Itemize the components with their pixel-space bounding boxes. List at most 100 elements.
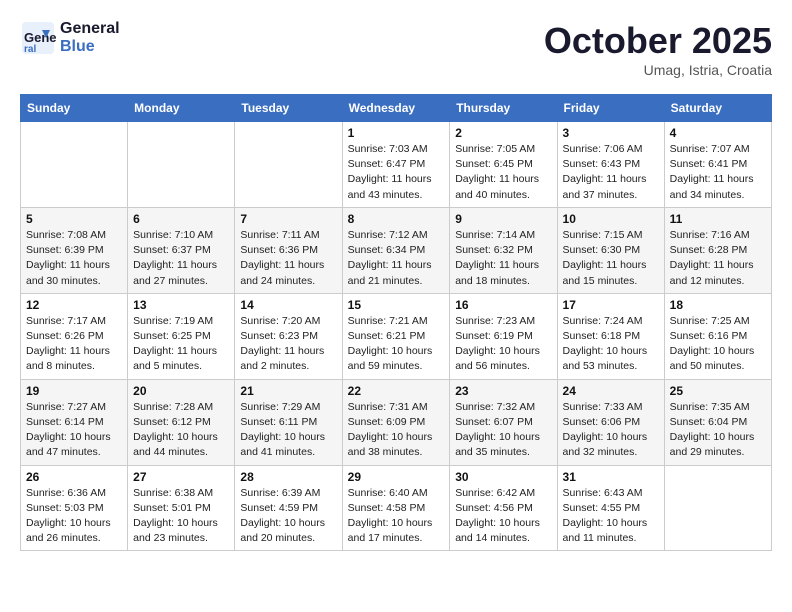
page-header: Gene ral General Blue October 2025 Umag,… <box>20 20 772 78</box>
calendar-table: SundayMondayTuesdayWednesdayThursdayFrid… <box>20 94 772 551</box>
logo-icon: Gene ral <box>20 20 56 56</box>
day-info: Sunrise: 6:42 AM Sunset: 4:56 PM Dayligh… <box>455 486 551 547</box>
calendar-day-cell <box>235 122 342 208</box>
calendar-day-cell: 18 Sunrise: 7:25 AM Sunset: 6:16 PM Dayli… <box>664 293 771 379</box>
calendar-day-cell: 5 Sunrise: 7:08 AM Sunset: 6:39 PM Daylig… <box>21 207 128 293</box>
day-info: Sunrise: 6:38 AM Sunset: 5:01 PM Dayligh… <box>133 486 229 547</box>
day-number: 19 <box>26 384 122 398</box>
calendar-day-cell: 27 Sunrise: 6:38 AM Sunset: 5:01 PM Dayli… <box>128 465 235 551</box>
day-of-week-header: Wednesday <box>342 95 450 122</box>
day-number: 29 <box>348 470 445 484</box>
day-number: 28 <box>240 470 336 484</box>
calendar-day-cell: 9Sunrise: 7:14 AM Sunset: 6:32 PM Daylig… <box>450 207 557 293</box>
day-number: 13 <box>133 298 229 312</box>
location-subtitle: Umag, Istria, Croatia <box>544 62 772 78</box>
calendar-day-cell: 14 Sunrise: 7:20 AM Sunset: 6:23 PM Dayli… <box>235 293 342 379</box>
calendar-day-cell: 26 Sunrise: 6:36 AM Sunset: 5:03 PM Dayli… <box>21 465 128 551</box>
calendar-day-cell: 22Sunrise: 7:31 AM Sunset: 6:09 PM Dayli… <box>342 379 450 465</box>
calendar-week-row: 12Sunrise: 7:17 AM Sunset: 6:26 PM Dayli… <box>21 293 772 379</box>
day-info: Sunrise: 7:05 AM Sunset: 6:45 PM Dayligh… <box>455 142 551 203</box>
day-info: Sunrise: 7:14 AM Sunset: 6:32 PM Dayligh… <box>455 228 551 289</box>
logo-line1: General <box>60 20 120 38</box>
day-info: Sunrise: 7:27 AM Sunset: 6:14 PM Dayligh… <box>26 400 122 461</box>
day-info: Sunrise: 7:28 AM Sunset: 6:12 PM Dayligh… <box>133 400 229 461</box>
day-number: 20 <box>133 384 229 398</box>
day-number: 16 <box>455 298 551 312</box>
day-number: 7 <box>240 212 336 226</box>
day-of-week-header: Saturday <box>664 95 771 122</box>
day-info: Sunrise: 7:08 AM Sunset: 6:39 PM Dayligh… <box>26 228 122 289</box>
day-info: Sunrise: 6:43 AM Sunset: 4:55 PM Dayligh… <box>563 486 659 547</box>
calendar-day-cell <box>128 122 235 208</box>
day-number: 2 <box>455 126 551 140</box>
calendar-day-cell: 8Sunrise: 7:12 AM Sunset: 6:34 PM Daylig… <box>342 207 450 293</box>
month-title: October 2025 <box>544 20 772 62</box>
calendar-week-row: 19 Sunrise: 7:27 AM Sunset: 6:14 PM Dayli… <box>21 379 772 465</box>
calendar-day-cell: 29 Sunrise: 6:40 AM Sunset: 4:58 PM Dayli… <box>342 465 450 551</box>
calendar-day-cell: 1Sunrise: 7:03 AM Sunset: 6:47 PM Daylig… <box>342 122 450 208</box>
day-number: 5 <box>26 212 122 226</box>
calendar-day-cell: 21Sunrise: 7:29 AM Sunset: 6:11 PM Dayli… <box>235 379 342 465</box>
day-number: 17 <box>563 298 659 312</box>
calendar-day-cell: 30 Sunrise: 6:42 AM Sunset: 4:56 PM Dayli… <box>450 465 557 551</box>
day-number: 23 <box>455 384 551 398</box>
day-info: Sunrise: 7:35 AM Sunset: 6:04 PM Dayligh… <box>670 400 766 461</box>
day-of-week-header: Thursday <box>450 95 557 122</box>
day-number: 30 <box>455 470 551 484</box>
calendar-header-row: SundayMondayTuesdayWednesdayThursdayFrid… <box>21 95 772 122</box>
logo-line2: Blue <box>60 38 120 56</box>
title-block: October 2025 Umag, Istria, Croatia <box>544 20 772 78</box>
calendar-day-cell: 28 Sunrise: 6:39 AM Sunset: 4:59 PM Dayli… <box>235 465 342 551</box>
day-number: 4 <box>670 126 766 140</box>
day-info: Sunrise: 7:21 AM Sunset: 6:21 PM Dayligh… <box>348 314 445 375</box>
day-info: Sunrise: 6:39 AM Sunset: 4:59 PM Dayligh… <box>240 486 336 547</box>
svg-text:ral: ral <box>24 44 36 55</box>
day-of-week-header: Monday <box>128 95 235 122</box>
calendar-week-row: 26 Sunrise: 6:36 AM Sunset: 5:03 PM Dayli… <box>21 465 772 551</box>
day-number: 3 <box>563 126 659 140</box>
calendar-day-cell: 6 Sunrise: 7:10 AM Sunset: 6:37 PM Daylig… <box>128 207 235 293</box>
day-number: 14 <box>240 298 336 312</box>
day-info: Sunrise: 7:06 AM Sunset: 6:43 PM Dayligh… <box>563 142 659 203</box>
day-info: Sunrise: 7:16 AM Sunset: 6:28 PM Dayligh… <box>670 228 766 289</box>
day-number: 27 <box>133 470 229 484</box>
day-number: 25 <box>670 384 766 398</box>
calendar-day-cell: 10Sunrise: 7:15 AM Sunset: 6:30 PM Dayli… <box>557 207 664 293</box>
day-info: Sunrise: 7:17 AM Sunset: 6:26 PM Dayligh… <box>26 314 122 375</box>
day-info: Sunrise: 7:11 AM Sunset: 6:36 PM Dayligh… <box>240 228 336 289</box>
day-number: 22 <box>348 384 445 398</box>
calendar-week-row: 5 Sunrise: 7:08 AM Sunset: 6:39 PM Daylig… <box>21 207 772 293</box>
calendar-day-cell: 12Sunrise: 7:17 AM Sunset: 6:26 PM Dayli… <box>21 293 128 379</box>
day-number: 8 <box>348 212 445 226</box>
calendar-day-cell: 23 Sunrise: 7:32 AM Sunset: 6:07 PM Dayli… <box>450 379 557 465</box>
day-number: 26 <box>26 470 122 484</box>
day-number: 6 <box>133 212 229 226</box>
day-info: Sunrise: 7:33 AM Sunset: 6:06 PM Dayligh… <box>563 400 659 461</box>
calendar-day-cell: 24 Sunrise: 7:33 AM Sunset: 6:06 PM Dayli… <box>557 379 664 465</box>
day-info: Sunrise: 6:40 AM Sunset: 4:58 PM Dayligh… <box>348 486 445 547</box>
day-number: 31 <box>563 470 659 484</box>
calendar-day-cell: 19 Sunrise: 7:27 AM Sunset: 6:14 PM Dayli… <box>21 379 128 465</box>
calendar-day-cell: 11Sunrise: 7:16 AM Sunset: 6:28 PM Dayli… <box>664 207 771 293</box>
day-number: 18 <box>670 298 766 312</box>
day-of-week-header: Friday <box>557 95 664 122</box>
day-number: 10 <box>563 212 659 226</box>
day-number: 15 <box>348 298 445 312</box>
day-info: Sunrise: 7:32 AM Sunset: 6:07 PM Dayligh… <box>455 400 551 461</box>
calendar-day-cell: 3 Sunrise: 7:06 AM Sunset: 6:43 PM Daylig… <box>557 122 664 208</box>
day-info: Sunrise: 7:29 AM Sunset: 6:11 PM Dayligh… <box>240 400 336 461</box>
calendar-day-cell: 7 Sunrise: 7:11 AM Sunset: 6:36 PM Daylig… <box>235 207 342 293</box>
day-info: Sunrise: 7:07 AM Sunset: 6:41 PM Dayligh… <box>670 142 766 203</box>
logo: Gene ral General Blue <box>20 20 120 56</box>
day-info: Sunrise: 6:36 AM Sunset: 5:03 PM Dayligh… <box>26 486 122 547</box>
day-info: Sunrise: 7:20 AM Sunset: 6:23 PM Dayligh… <box>240 314 336 375</box>
day-info: Sunrise: 7:19 AM Sunset: 6:25 PM Dayligh… <box>133 314 229 375</box>
calendar-day-cell: 31 Sunrise: 6:43 AM Sunset: 4:55 PM Dayli… <box>557 465 664 551</box>
day-number: 24 <box>563 384 659 398</box>
day-info: Sunrise: 7:25 AM Sunset: 6:16 PM Dayligh… <box>670 314 766 375</box>
day-of-week-header: Sunday <box>21 95 128 122</box>
day-info: Sunrise: 7:10 AM Sunset: 6:37 PM Dayligh… <box>133 228 229 289</box>
day-info: Sunrise: 7:03 AM Sunset: 6:47 PM Dayligh… <box>348 142 445 203</box>
calendar-day-cell: 17Sunrise: 7:24 AM Sunset: 6:18 PM Dayli… <box>557 293 664 379</box>
day-info: Sunrise: 7:23 AM Sunset: 6:19 PM Dayligh… <box>455 314 551 375</box>
